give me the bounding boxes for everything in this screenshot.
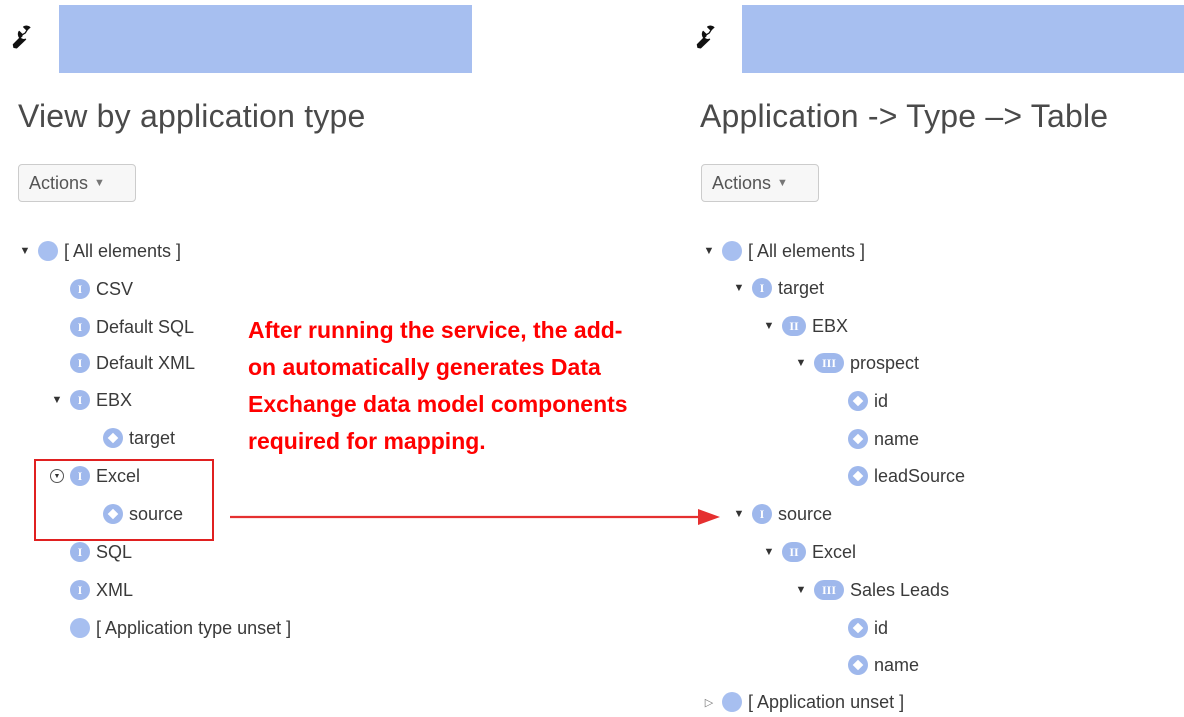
- level-badge-icon: I: [70, 580, 90, 600]
- leaf-node-icon: [848, 618, 868, 638]
- level-badge-icon: I: [70, 317, 90, 337]
- tree-node-label: id: [874, 390, 889, 411]
- actions-dropdown-button[interactable]: Actions ▼: [18, 164, 136, 202]
- tree-node-target-ebx[interactable]: II EBX: [762, 313, 848, 339]
- page-title: Application -> Type –> Table: [700, 98, 1109, 134]
- level-badge-icon: I: [70, 542, 90, 562]
- level-badge-icon: II: [782, 316, 806, 336]
- level-badge-icon: III: [814, 353, 844, 373]
- circle-icon: [722, 692, 742, 712]
- arrow-icon: [230, 509, 720, 525]
- tree-node-prospect[interactable]: III prospect: [794, 350, 919, 376]
- leaf-node-icon: [848, 429, 868, 449]
- tree-node-label: CSV: [96, 278, 134, 299]
- tree-node-label: [ All elements ]: [64, 240, 182, 261]
- actions-label: Actions: [29, 172, 89, 193]
- tree-node-source[interactable]: I source: [732, 501, 832, 527]
- tree-node-label: SQL: [96, 541, 133, 562]
- expand-toggle-icon[interactable]: [762, 546, 776, 558]
- tree-node-label: [ Application type unset ]: [96, 617, 292, 638]
- expand-toggle-icon[interactable]: [732, 282, 746, 294]
- tree-node-csv[interactable]: I CSV: [70, 276, 133, 302]
- tree-node-all-elements[interactable]: [ All elements ]: [702, 238, 865, 264]
- tree-node-application-type-unset[interactable]: [ Application type unset ]: [70, 615, 291, 641]
- tree-node-label: [ All elements ]: [748, 240, 866, 261]
- tree-node-prospect-name[interactable]: name: [848, 426, 919, 452]
- tree-node-label: [ Application unset ]: [748, 691, 905, 712]
- tree-node-label: name: [874, 428, 920, 449]
- annotation-text: After running the service, the add- on a…: [248, 317, 628, 454]
- tree-node-label: EBX: [812, 315, 849, 336]
- leaf-node-icon: [848, 466, 868, 486]
- page-title: View by application type: [18, 98, 366, 134]
- tree-node-label: Sales Leads: [850, 579, 950, 600]
- expand-toggle-icon[interactable]: [762, 320, 776, 332]
- highlight-box: [34, 459, 214, 541]
- tree-node-default-sql[interactable]: I Default SQL: [70, 314, 194, 340]
- tree-node-application-unset[interactable]: [ Application unset ]: [702, 689, 904, 715]
- tree-node-sales-leads[interactable]: III Sales Leads: [794, 577, 949, 603]
- header-bar: [742, 5, 1184, 73]
- tree-node-label: id: [874, 617, 889, 638]
- tree-node-source-excel[interactable]: II Excel: [762, 539, 856, 565]
- level-badge-icon: I: [70, 279, 90, 299]
- tree-node-all-elements[interactable]: [ All elements ]: [18, 238, 181, 264]
- wrench-icon[interactable]: [8, 24, 34, 50]
- tree-node-target[interactable]: I target: [732, 275, 824, 301]
- expand-toggle-icon[interactable]: [702, 696, 716, 709]
- tree-node-label: source: [778, 503, 833, 524]
- leaf-node-icon: [848, 655, 868, 675]
- circle-icon: [722, 241, 742, 261]
- expand-toggle-icon[interactable]: [18, 245, 32, 257]
- tree-node-sales-leads-name[interactable]: name: [848, 652, 919, 678]
- tree-node-default-xml[interactable]: I Default XML: [70, 350, 195, 376]
- actions-label: Actions: [712, 172, 772, 193]
- level-badge-icon: I: [752, 278, 772, 298]
- tree-node-label: Default SQL: [96, 316, 195, 337]
- level-badge-icon: II: [782, 542, 806, 562]
- tree-node-ebx-target[interactable]: target: [103, 425, 175, 451]
- tree-node-ebx[interactable]: I EBX: [50, 387, 132, 413]
- tree-node-sql[interactable]: I SQL: [70, 539, 132, 565]
- tree-node-label: target: [129, 427, 176, 448]
- level-badge-icon: I: [752, 504, 772, 524]
- tree-node-label: leadSource: [874, 465, 966, 486]
- level-badge-icon: III: [814, 580, 844, 600]
- tree-node-xml[interactable]: I XML: [70, 577, 133, 603]
- tree-node-label: Excel: [812, 541, 857, 562]
- wrench-icon[interactable]: [692, 24, 718, 50]
- tree-node-label: Default XML: [96, 352, 196, 373]
- circle-icon: [38, 241, 58, 261]
- tree-node-label: EBX: [96, 389, 133, 410]
- level-badge-icon: I: [70, 353, 90, 373]
- tree-node-label: target: [778, 277, 825, 298]
- expand-toggle-icon[interactable]: [732, 508, 746, 520]
- tree-node-label: XML: [96, 579, 134, 600]
- expand-toggle-icon[interactable]: [794, 357, 808, 369]
- expand-toggle-icon[interactable]: [50, 394, 64, 406]
- leaf-node-icon: [848, 391, 868, 411]
- expand-toggle-icon[interactable]: [702, 245, 716, 257]
- leaf-node-icon: [103, 428, 123, 448]
- tree-node-sales-leads-id[interactable]: id: [848, 615, 888, 641]
- actions-dropdown-button[interactable]: Actions ▼: [701, 164, 819, 202]
- tree-node-label: name: [874, 654, 920, 675]
- chevron-down-icon: ▼: [94, 177, 105, 189]
- chevron-down-icon: ▼: [777, 177, 788, 189]
- level-badge-icon: I: [70, 390, 90, 410]
- header-bar: [59, 5, 472, 73]
- expand-toggle-icon[interactable]: [794, 584, 808, 596]
- tree-node-prospect-id[interactable]: id: [848, 388, 888, 414]
- tree-node-label: prospect: [850, 352, 920, 373]
- tree-node-prospect-leadsource[interactable]: leadSource: [848, 463, 965, 489]
- circle-icon: [70, 618, 90, 638]
